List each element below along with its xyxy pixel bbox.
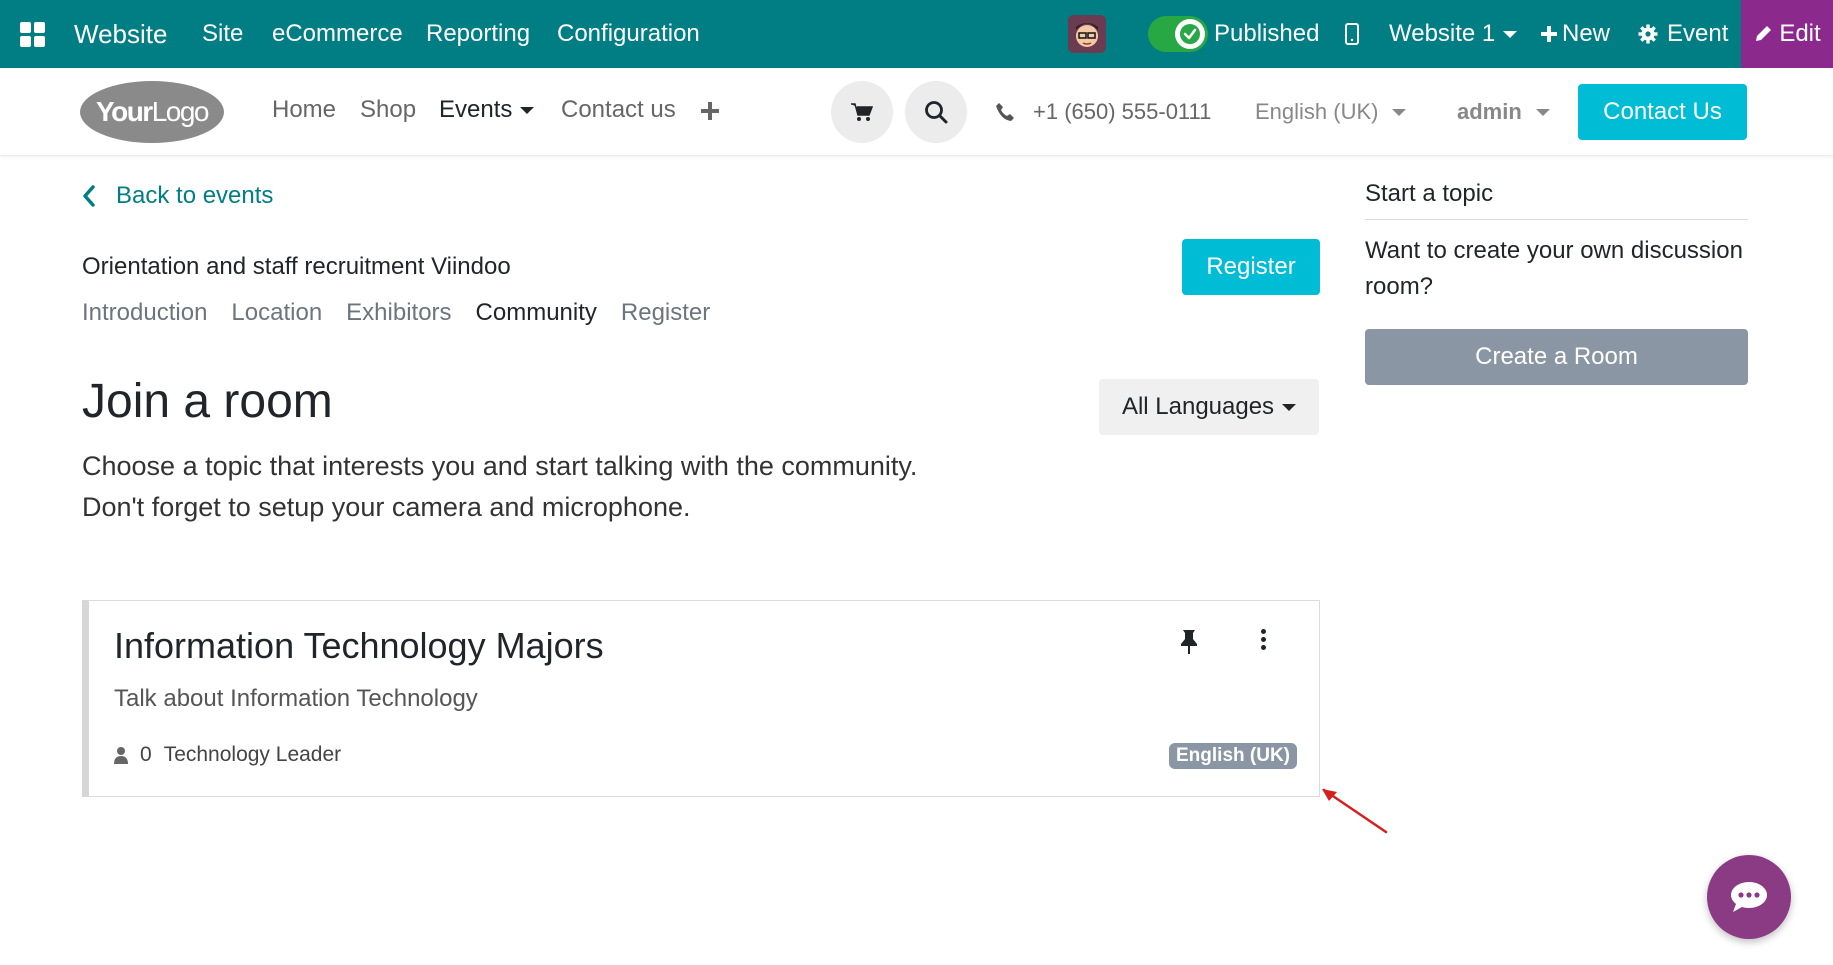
tab-exhibitors[interactable]: Exhibitors <box>346 299 451 327</box>
shopping-cart-icon <box>851 103 873 121</box>
edit-button[interactable]: Edit <box>1741 0 1833 68</box>
toggle-switch[interactable] <box>1148 16 1208 52</box>
add-menu-item-button[interactable] <box>700 101 720 121</box>
pin-icon <box>1181 630 1197 654</box>
sidebar-text: Want to create your own discussion room? <box>1365 237 1743 300</box>
create-room-button[interactable]: Create a Room <box>1365 329 1748 385</box>
chevron-down-icon <box>1503 30 1518 38</box>
apps-menu-button[interactable] <box>20 0 45 68</box>
language-selector[interactable]: English (UK) <box>1255 99 1407 125</box>
plus-icon <box>701 102 719 120</box>
mobile-preview-button[interactable] <box>1345 0 1359 68</box>
cart-button[interactable] <box>831 81 893 143</box>
nav-events-label: Events <box>439 96 513 123</box>
nav-home[interactable]: Home <box>272 96 336 124</box>
event-button[interactable]: Event <box>1638 0 1728 68</box>
apps-grid-icon <box>20 21 45 47</box>
admin-top-bar: Website Site eCommerce Reporting Configu… <box>0 0 1833 68</box>
tab-register[interactable]: Register <box>621 299 710 327</box>
website-selector[interactable]: Website 1 <box>1389 0 1518 68</box>
nav-events[interactable]: Events <box>439 96 535 124</box>
website-selector-label: Website 1 <box>1389 20 1496 47</box>
annotation-arrow-icon <box>1322 788 1388 834</box>
create-room-label: Create a Room <box>1365 329 1748 385</box>
menu-ecommerce[interactable]: eCommerce <box>272 0 403 68</box>
room-title[interactable]: Information Technology Majors <box>114 625 604 667</box>
nav-shop[interactable]: Shop <box>360 96 416 124</box>
site-logo[interactable]: Your Logo <box>80 81 224 143</box>
published-toggle[interactable]: Published <box>1148 0 1319 68</box>
logo-image: Your Logo <box>80 81 224 143</box>
chevron-down-icon <box>1282 403 1297 411</box>
language-filter-label: All Languages <box>1121 393 1275 420</box>
sidebar-title: Start a topic <box>1365 180 1494 207</box>
menu-site[interactable]: Site <box>202 0 243 68</box>
new-label: New <box>1562 20 1611 47</box>
target-audience: Technology Leader <box>163 743 342 766</box>
new-button[interactable]: New <box>1540 0 1610 68</box>
page-title: Join a room <box>82 375 333 428</box>
phone-icon <box>996 103 1014 121</box>
chevron-down-icon <box>1392 108 1407 116</box>
tab-community[interactable]: Community <box>476 299 597 327</box>
register-button[interactable]: Register <box>1182 239 1320 295</box>
description-line-2: Don't forget to setup your camera and mi… <box>82 492 691 522</box>
edit-label: Edit <box>1779 20 1821 47</box>
room-meta: 0 Technology Leader <box>114 743 341 767</box>
search-button[interactable] <box>905 81 967 143</box>
language-label: English (UK) <box>1255 99 1379 124</box>
chevron-left-icon <box>83 185 95 207</box>
search-icon <box>925 101 948 124</box>
event-tabs: Introduction Location Exhibitors Communi… <box>82 299 734 327</box>
chat-icon <box>1731 882 1767 912</box>
mobile-phone-icon <box>1345 23 1359 45</box>
published-label: Published <box>1214 20 1320 47</box>
chevron-down-icon <box>520 106 535 114</box>
phone-link[interactable]: +1 (650) 555-0111 <box>995 99 1211 125</box>
room-card[interactable]: Information Technology Majors Talk about… <box>82 600 1320 797</box>
menu-reporting[interactable]: Reporting <box>426 0 530 68</box>
site-header: Your Logo Home Shop Events Contact us +1 … <box>0 68 1833 156</box>
description-line-1: Choose a topic that interests you and st… <box>82 451 918 481</box>
menu-configuration[interactable]: Configuration <box>557 0 700 68</box>
user-icon <box>114 747 128 764</box>
check-icon <box>1175 19 1205 49</box>
avatar-image <box>1068 15 1106 53</box>
room-options-menu-icon[interactable] <box>1261 629 1266 650</box>
back-to-events-link[interactable]: Back to events <box>82 182 273 210</box>
room-language-badge: English (UK) <box>1169 743 1297 769</box>
room-subtitle: Talk about Information Technology <box>114 685 478 712</box>
contact-us-label: Contact Us <box>1578 84 1747 140</box>
back-label: Back to events <box>116 182 274 209</box>
live-chat-button[interactable] <box>1707 855 1791 939</box>
user-avatar[interactable] <box>1068 0 1106 68</box>
pin-room-button[interactable] <box>1180 629 1198 660</box>
pencil-icon <box>1756 26 1772 41</box>
register-label: Register <box>1182 239 1320 295</box>
tab-introduction[interactable]: Introduction <box>82 299 207 327</box>
user-label: admin <box>1457 99 1522 124</box>
event-label: Event <box>1667 20 1729 47</box>
event-title: Orientation and staff recruitment Viindo… <box>82 253 511 280</box>
app-name[interactable]: Website <box>74 0 167 68</box>
plus-icon <box>1541 26 1557 42</box>
nav-contact-us[interactable]: Contact us <box>561 96 676 124</box>
tab-location[interactable]: Location <box>231 299 322 327</box>
gear-icon <box>1638 24 1658 44</box>
sidebar-divider <box>1365 219 1748 220</box>
user-menu[interactable]: admin <box>1457 99 1550 125</box>
contact-us-button[interactable]: Contact Us <box>1578 84 1747 140</box>
community-description: Choose a topic that interests you and st… <box>82 446 917 528</box>
phone-number: +1 (650) 555-0111 <box>1033 99 1212 124</box>
chevron-down-icon <box>1535 108 1550 116</box>
participant-count: 0 <box>140 743 152 766</box>
language-filter-dropdown[interactable]: All Languages <box>1099 379 1319 435</box>
